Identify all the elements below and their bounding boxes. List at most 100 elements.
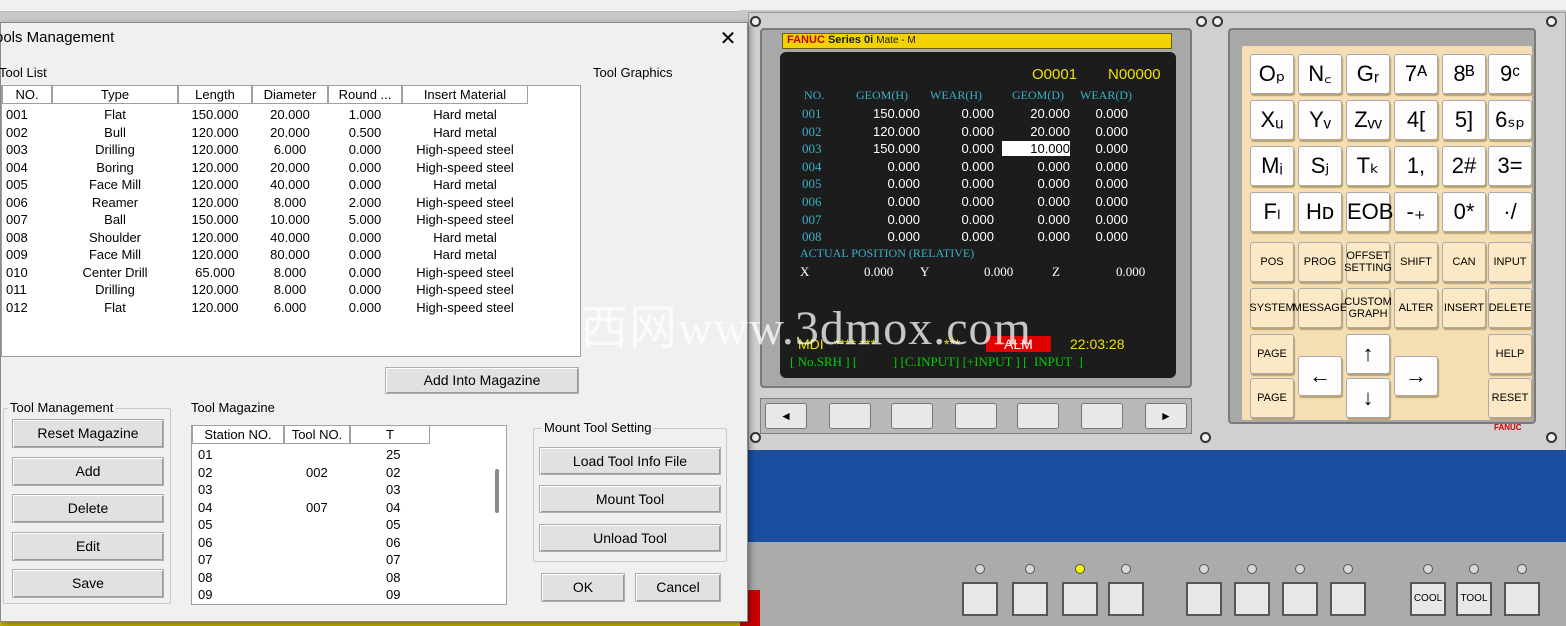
offset-geom-d[interactable]: 0.000: [1002, 212, 1070, 227]
col-header-diameter[interactable]: Diameter: [252, 86, 328, 104]
offset-geom-d[interactable]: 20.000: [1002, 106, 1070, 121]
table-row[interactable]: 010 Center Drill 65.000 8.000 0.000 High-spee…: [2, 264, 580, 282]
magazine-row[interactable]: 09 09: [192, 586, 492, 604]
operator-button[interactable]: [1282, 582, 1318, 616]
operator-button[interactable]: [1504, 582, 1540, 616]
operator-button[interactable]: [1234, 582, 1270, 616]
cursor-right-button[interactable]: →: [1394, 356, 1438, 396]
cancel-button[interactable]: Cancel: [635, 573, 721, 602]
magazine-row[interactable]: 07 07: [192, 551, 492, 569]
magazine-row[interactable]: 06 06: [192, 534, 492, 552]
operator-button[interactable]: [1012, 582, 1048, 616]
key-row2-1[interactable]: Yᵥ: [1298, 100, 1342, 140]
operator-button[interactable]: [1062, 582, 1098, 616]
key-row4-2[interactable]: EOBₑ: [1346, 192, 1402, 232]
offset-geom-d[interactable]: 0.000: [1002, 229, 1070, 244]
key-row4-0[interactable]: Fₗ: [1250, 192, 1294, 232]
key-prog[interactable]: PROG: [1298, 242, 1342, 282]
key-row3-5[interactable]: 3=: [1488, 146, 1532, 186]
key-row3-1[interactable]: Sⱼ: [1298, 146, 1342, 186]
key-row2-2[interactable]: Zᵥᵥ: [1346, 100, 1390, 140]
unload-tool-button[interactable]: Unload Tool: [539, 524, 721, 552]
delete-button[interactable]: Delete: [12, 494, 164, 523]
key-row1-2[interactable]: Gᵣ: [1346, 54, 1390, 94]
operator-button[interactable]: [1330, 582, 1366, 616]
tool-list-table[interactable]: NO. Type Length Diameter Round ... Inser…: [1, 85, 581, 357]
tool-button[interactable]: TOOL: [1456, 582, 1492, 616]
softkey-4[interactable]: [1017, 403, 1059, 429]
key-row3-2[interactable]: Tₖ: [1346, 146, 1390, 186]
col-header-round[interactable]: Round ...: [328, 86, 402, 104]
page-down-button[interactable]: PAGE: [1250, 378, 1294, 418]
col-header-tool-no[interactable]: Tool NO.: [284, 426, 350, 444]
col-header-station[interactable]: Station NO.: [192, 426, 284, 444]
close-icon[interactable]: ✕: [713, 25, 743, 53]
operator-button[interactable]: [1186, 582, 1222, 616]
cursor-down-button[interactable]: ↓: [1346, 378, 1390, 418]
magazine-row[interactable]: 01 25: [192, 446, 492, 464]
softkey-5[interactable]: [1081, 403, 1123, 429]
softkey-2[interactable]: [891, 403, 933, 429]
softkey-1[interactable]: [829, 403, 871, 429]
key-row4-5[interactable]: ·/: [1488, 192, 1532, 232]
softkey-right-arrow[interactable]: ►: [1145, 403, 1187, 429]
key-row1-5[interactable]: 9ᶜ: [1488, 54, 1532, 94]
col-header-t[interactable]: T: [350, 426, 430, 444]
offset-geom-d[interactable]: 0.000: [1002, 159, 1070, 174]
key-row2-0[interactable]: Xᵤ: [1250, 100, 1294, 140]
add-button[interactable]: Add: [12, 457, 164, 486]
key-row2-5[interactable]: 6ₛₚ: [1488, 100, 1532, 140]
key-row2-3[interactable]: 4[: [1394, 100, 1438, 140]
key-row1-0[interactable]: Oₚ: [1250, 54, 1294, 94]
save-button[interactable]: Save: [12, 569, 164, 598]
page-up-button[interactable]: PAGE: [1250, 334, 1294, 374]
magazine-row[interactable]: 05 05: [192, 516, 492, 534]
key-row4-4[interactable]: 0*: [1442, 192, 1486, 232]
key-row3-0[interactable]: Mᵢ: [1250, 146, 1294, 186]
key-shift[interactable]: SHIFT: [1394, 242, 1438, 282]
key-row3-3[interactable]: 1,: [1394, 146, 1438, 186]
key-delete[interactable]: DELETE: [1488, 288, 1532, 328]
table-row[interactable]: 007 Ball 150.000 10.000 5.000 High-speed stee…: [2, 211, 580, 229]
magazine-row[interactable]: 02 002 02: [192, 464, 492, 482]
key-can[interactable]: CAN: [1442, 242, 1486, 282]
table-row[interactable]: 012 Flat 120.000 6.000 0.000 High-speed steel: [2, 299, 580, 317]
magazine-scrollbar[interactable]: [495, 469, 499, 513]
offset-geom-d[interactable]: 20.000: [1002, 124, 1070, 139]
key-row4-1[interactable]: Hᴅ: [1298, 192, 1342, 232]
col-header-type[interactable]: Type: [52, 86, 178, 104]
col-header-length[interactable]: Length: [178, 86, 252, 104]
table-row[interactable]: 005 Face Mill 120.000 40.000 0.000 Hard metal: [2, 176, 580, 194]
table-row[interactable]: 009 Face Mill 120.000 80.000 0.000 Hard metal: [2, 246, 580, 264]
add-into-magazine-button[interactable]: Add Into Magazine: [385, 367, 579, 394]
key-alter[interactable]: ALTER: [1394, 288, 1438, 328]
key-input[interactable]: INPUT: [1488, 242, 1532, 282]
col-header-no[interactable]: NO.: [2, 86, 52, 104]
magazine-row[interactable]: 04 007 04: [192, 499, 492, 517]
offset-geom-d[interactable]: 0.000: [1002, 194, 1070, 209]
cursor-left-button[interactable]: ←: [1298, 356, 1342, 396]
table-row[interactable]: 006 Reamer 120.000 8.000 2.000 High-speed ste…: [2, 194, 580, 212]
magazine-row[interactable]: 03 03: [192, 481, 492, 499]
reset-button[interactable]: RESET: [1488, 378, 1532, 418]
key-row1-1[interactable]: N꜀: [1298, 54, 1342, 94]
reset-magazine-button[interactable]: Reset Magazine: [12, 419, 164, 448]
softkey-3[interactable]: [955, 403, 997, 429]
key-message[interactable]: MESSAGE: [1293, 288, 1347, 328]
offset-geom-d[interactable]: 0.000: [1002, 176, 1070, 191]
edit-button[interactable]: Edit: [12, 532, 164, 561]
key-custom-graph[interactable]: CUSTOM GRAPH: [1344, 288, 1392, 328]
offset-geom-d[interactable]: 10.000: [1002, 141, 1070, 157]
coolant-button[interactable]: COOL: [1410, 582, 1446, 616]
load-tool-info-button[interactable]: Load Tool Info File: [539, 447, 721, 475]
key-insert[interactable]: INSERT: [1442, 288, 1486, 328]
key-row1-3[interactable]: 7ᴬ: [1394, 54, 1438, 94]
key-row2-4[interactable]: 5]: [1442, 100, 1486, 140]
help-button[interactable]: HELP: [1488, 334, 1532, 374]
key-row1-4[interactable]: 8ᴮ: [1442, 54, 1486, 94]
key-pos[interactable]: POS: [1250, 242, 1294, 282]
key-system[interactable]: SYSTEM: [1249, 288, 1295, 328]
table-row[interactable]: 002 Bull 120.000 20.000 0.500 Hard metal: [2, 124, 580, 142]
operator-button[interactable]: [1108, 582, 1144, 616]
key-offset-setting[interactable]: OFFSET SETTING: [1344, 242, 1392, 282]
